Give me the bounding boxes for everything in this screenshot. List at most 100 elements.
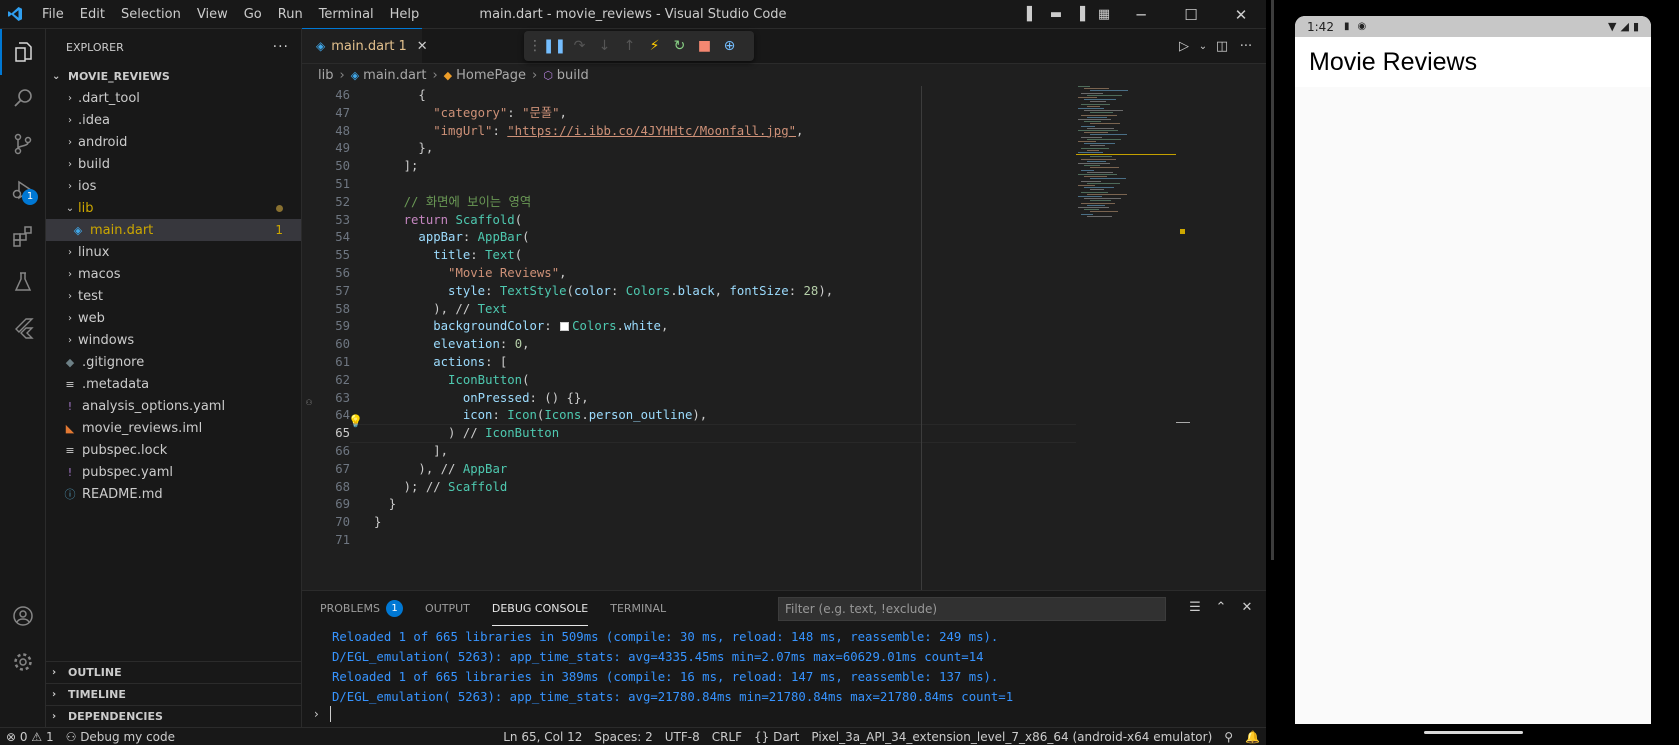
phone-screen[interactable]: 1:42 ▮ ◉ ▼ ◢ ▮ Movie Reviews — [1295, 16, 1651, 724]
hot-reload-icon[interactable]: ⚡ — [642, 38, 667, 54]
language-mode[interactable]: {} Dart — [748, 730, 805, 744]
tree-item-label: test — [78, 288, 103, 304]
tree-item-analysis-options-yaml[interactable]: ! analysis_options.yaml — [46, 395, 301, 417]
explorer-icon[interactable] — [0, 29, 46, 75]
testing-icon[interactable] — [0, 259, 46, 305]
maximize-icon[interactable]: ☐ — [1166, 0, 1216, 29]
restart-icon[interactable]: ↻ — [667, 38, 692, 54]
tab-output[interactable]: OUTPUT — [425, 591, 470, 626]
dependencies-section[interactable]: › DEPENDENCIES — [46, 705, 301, 727]
tab-main-dart[interactable]: ◈ main.dart 1 ✕ — [302, 28, 428, 63]
run-debug-icon[interactable]: 1 — [0, 167, 46, 213]
window-divider[interactable] — [1271, 0, 1274, 560]
menu-go[interactable]: Go — [236, 0, 270, 29]
tree-item-pubspec-lock[interactable]: ≡ pubspec.lock — [46, 439, 301, 461]
editor-more-icon[interactable]: ··· — [1234, 39, 1258, 54]
menu-edit[interactable]: Edit — [72, 0, 113, 29]
tree-item-macos[interactable]: › macos — [46, 263, 301, 285]
tree-item-windows[interactable]: › windows — [46, 329, 301, 351]
menu-run[interactable]: Run — [270, 0, 311, 29]
close-window-icon[interactable]: ✕ — [1216, 0, 1266, 29]
step-into-icon[interactable]: ↓ — [592, 38, 617, 54]
outline-section[interactable]: › OUTLINE — [46, 661, 301, 683]
tree-item-idea[interactable]: › .idea — [46, 109, 301, 131]
cursor-position[interactable]: Ln 65, Col 12 — [497, 730, 588, 744]
menu-file[interactable]: File — [34, 0, 72, 29]
drag-handle-icon[interactable]: ⋮ — [528, 38, 542, 54]
step-over-icon[interactable]: ↷ — [567, 38, 592, 54]
tree-item-movie-reviews-iml[interactable]: ◣ movie_reviews.iml — [46, 417, 301, 439]
timeline-section[interactable]: › TIMELINE — [46, 683, 301, 705]
step-out-icon[interactable]: ↑ — [617, 38, 642, 54]
tree-item-linux[interactable]: › linux — [46, 241, 301, 263]
tab-debug-console[interactable]: DEBUG CONSOLE — [491, 591, 589, 626]
indentation[interactable]: Spaces: 2 — [588, 730, 658, 744]
editor-scrollbar[interactable] — [1176, 86, 1190, 590]
tree-item-label: web — [78, 310, 105, 326]
tree-item-web[interactable]: › web — [46, 307, 301, 329]
tree-item-lib[interactable]: ⌄ lib — [46, 197, 301, 219]
pause-icon[interactable]: ❚❚ — [542, 38, 567, 54]
minimize-icon[interactable]: ─ — [1116, 0, 1166, 29]
code-editor[interactable]: 46 {47 "category": "문폴", 48 "imgUrl": "ht… — [302, 86, 1266, 590]
breadcrumb-lib[interactable]: lib — [318, 68, 333, 83]
line-ending[interactable]: CRLF — [706, 730, 748, 744]
tree-item-readme-md[interactable]: ⓘ README.md — [46, 483, 301, 505]
breadcrumb-method[interactable]: build — [557, 68, 589, 83]
debug-filter-input[interactable]: Filter (e.g. text, !exclude) — [778, 597, 1166, 621]
tree-item-dart-tool[interactable]: › .dart_tool — [46, 87, 301, 109]
console-input-prompt[interactable]: › — [314, 707, 319, 721]
lightbulb-icon[interactable]: 💡 — [348, 412, 363, 431]
tree-item-ios[interactable]: › ios — [46, 175, 301, 197]
minimap-line — [1078, 108, 1104, 109]
toggle-secondary-sidebar-icon[interactable]: ▐ — [1068, 0, 1092, 29]
tree-item-build[interactable]: › build — [46, 153, 301, 175]
device-selector[interactable]: Pixel_3a_API_34_extension_level_7_x86_64… — [805, 730, 1218, 744]
tree-item-test[interactable]: › test — [46, 285, 301, 307]
accounts-icon[interactable] — [0, 593, 46, 639]
flutter-icon[interactable] — [0, 305, 46, 351]
gesture-nav-bar[interactable] — [1424, 731, 1523, 734]
extensions-icon[interactable] — [0, 213, 46, 259]
settings-gear-icon[interactable] — [0, 639, 46, 685]
encoding[interactable]: UTF-8 — [659, 730, 706, 744]
copilot-icon[interactable]: ⚲ — [1218, 730, 1239, 744]
menu-help[interactable]: Help — [382, 0, 428, 29]
maximize-panel-icon[interactable]: ⌃ — [1208, 597, 1234, 619]
tree-item-android[interactable]: › android — [46, 131, 301, 153]
source-control-icon[interactable] — [0, 121, 46, 167]
code-line: ), // Text — [374, 301, 508, 316]
search-icon[interactable] — [0, 75, 46, 121]
line-number: 52 — [335, 194, 350, 209]
menu-selection[interactable]: Selection — [113, 0, 189, 29]
minimap[interactable] — [1074, 86, 1186, 590]
split-editor-icon[interactable]: ◫ — [1210, 39, 1234, 54]
toggle-panel-icon[interactable]: ▬ — [1044, 0, 1068, 29]
tree-item-main-dart[interactable]: ◈ main.dart 1 — [46, 219, 301, 241]
more-actions-icon[interactable]: ··· — [273, 39, 289, 55]
close-panel-icon[interactable]: ✕ — [1234, 597, 1260, 619]
run-icon[interactable]: ▷ — [1172, 39, 1196, 54]
customize-layout-icon[interactable]: ▦ — [1092, 0, 1116, 29]
clear-console-icon[interactable]: ☰ — [1182, 597, 1208, 619]
toggle-primary-sidebar-icon[interactable]: ▌ — [1020, 0, 1044, 29]
tree-item-pubspec-yaml[interactable]: ! pubspec.yaml — [46, 461, 301, 483]
tree-item-gitignore[interactable]: ◆ .gitignore — [46, 351, 301, 373]
run-dropdown-icon[interactable]: ⌄ — [1196, 41, 1210, 52]
menu-terminal[interactable]: Terminal — [311, 0, 382, 29]
devtools-icon[interactable]: ⊕ — [717, 38, 742, 54]
breadcrumb-file[interactable]: main.dart — [363, 68, 426, 83]
minimap-line — [1081, 169, 1094, 171]
breadcrumb-class[interactable]: HomePage — [456, 68, 526, 83]
debug-status[interactable]: ⚇ Debug my code — [60, 730, 181, 744]
problems-status[interactable]: ⊗ 0 ⚠ 1 — [0, 730, 60, 744]
tab-terminal-label: TERMINAL — [610, 602, 667, 615]
close-tab-icon[interactable]: ✕ — [417, 39, 428, 54]
tree-item-metadata[interactable]: ≡ .metadata — [46, 373, 301, 395]
tab-terminal[interactable]: TERMINAL — [610, 591, 666, 626]
menu-view[interactable]: View — [189, 0, 236, 29]
notifications-bell-icon[interactable]: 🔔 — [1239, 730, 1266, 744]
stop-icon[interactable]: ■ — [692, 38, 717, 54]
tab-problems[interactable]: PROBLEMS 1 — [320, 591, 404, 626]
project-root[interactable]: ⌄ MOVIE_REVIEWS — [46, 65, 301, 87]
